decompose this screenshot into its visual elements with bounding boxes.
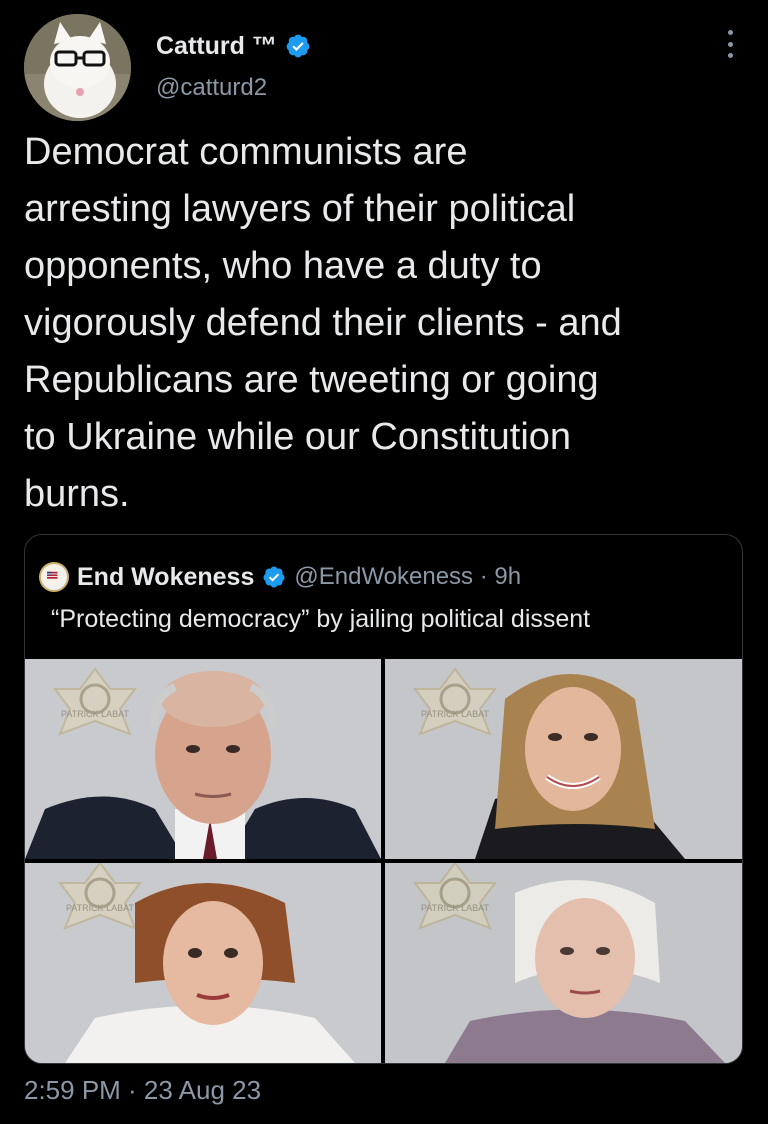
tweet-text: Democrat communists are arresting lawyer… [24, 131, 622, 515]
verified-badge-icon [263, 566, 285, 588]
photo-2[interactable]: PATRICK LABAT [385, 659, 742, 859]
more-options-icon[interactable] [726, 30, 734, 58]
svg-text:PATRICK LABAT: PATRICK LABAT [61, 709, 130, 719]
quoted-tweet[interactable]: End Wokeness @EndWokeness · 9h “Protecti… [24, 534, 743, 1064]
photo-1[interactable]: PATRICK LABAT [25, 659, 381, 859]
svg-text:PATRICK LABAT: PATRICK LABAT [66, 903, 135, 913]
tweet-timestamp[interactable]: 2:59 PM · 23 Aug 23 [24, 1075, 261, 1106]
photo-grid: PATRICK LABAT PATRICK LABAT PATRICK LABA… [25, 659, 742, 1063]
verified-badge-icon [286, 34, 310, 58]
svg-text:PATRICK LABAT: PATRICK LABAT [421, 709, 490, 719]
quoted-tweet-header: End Wokeness @EndWokeness · 9h [39, 559, 521, 595]
avatar[interactable] [24, 14, 131, 121]
quoted-display-name[interactable]: End Wokeness [77, 563, 254, 592]
quoted-tweet-text: “Protecting democracy” by jailing politi… [51, 605, 591, 633]
svg-text:PATRICK LABAT: PATRICK LABAT [421, 903, 490, 913]
display-name[interactable]: Catturd ™ [156, 32, 277, 61]
photo-4[interactable]: PATRICK LABAT [385, 863, 742, 1063]
seal-icon [41, 564, 63, 586]
cat-avatar-image [24, 14, 131, 121]
photo-3[interactable]: PATRICK LABAT [25, 863, 381, 1063]
quoted-avatar[interactable] [39, 562, 69, 592]
author-name-row: Catturd ™ [156, 28, 311, 64]
handle[interactable]: @catturd2 [156, 74, 267, 102]
quoted-handle-time[interactable]: @EndWokeness · 9h [294, 563, 521, 591]
